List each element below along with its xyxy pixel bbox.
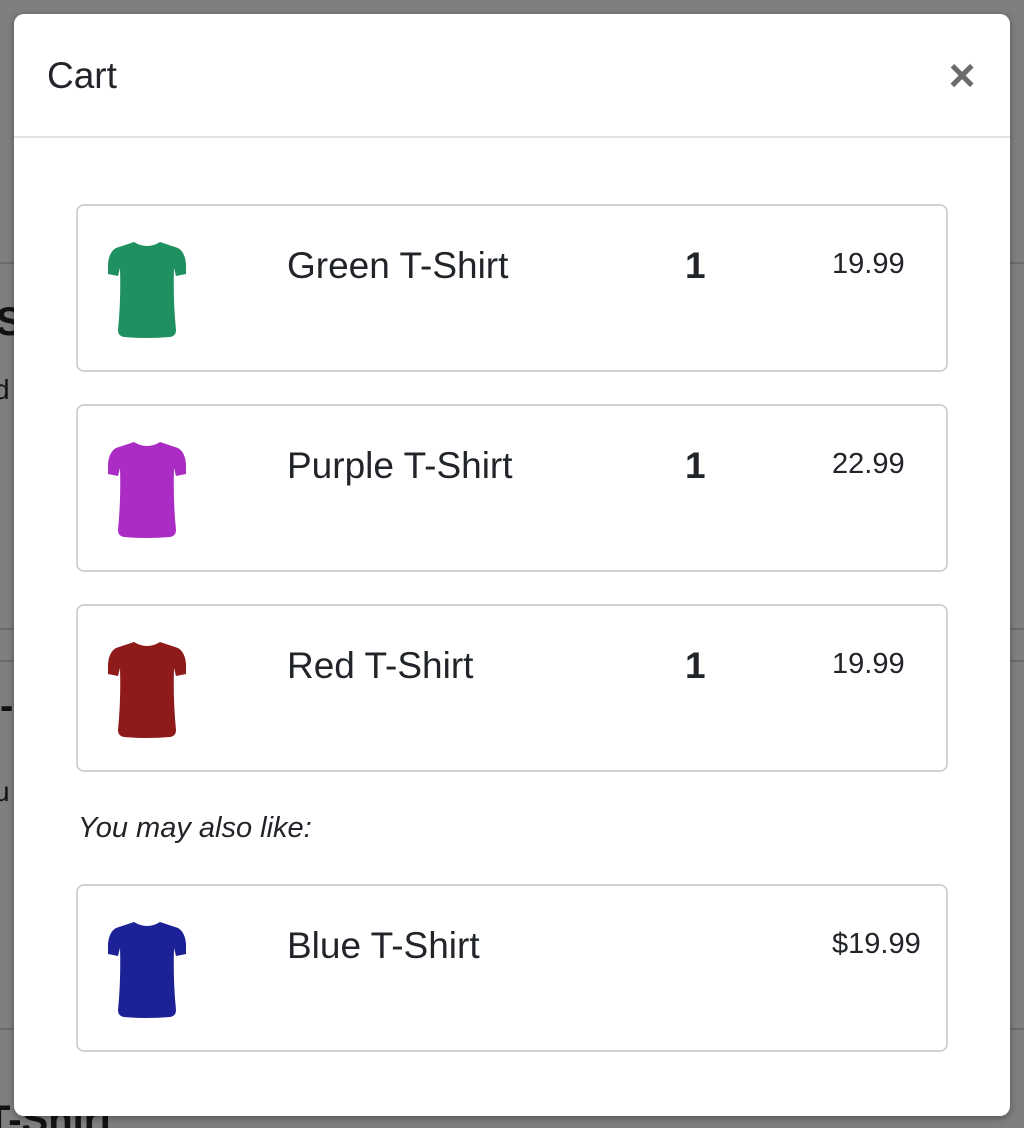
item-name: Red T-Shirt — [287, 645, 474, 686]
modal-header: Cart × — [14, 14, 1010, 138]
t-shirt-icon — [108, 442, 186, 538]
cart-modal: Cart × Green T-Shirt 1 19.99 Purple T-Sh… — [14, 14, 1010, 1116]
close-button[interactable]: × — [939, 52, 985, 98]
item-price: 19.99 — [832, 248, 905, 280]
close-icon: × — [948, 49, 976, 101]
item-quantity: 1 — [685, 245, 706, 286]
t-shirt-icon — [108, 922, 186, 1018]
item-price: 19.99 — [832, 648, 905, 680]
item-name: Purple T-Shirt — [287, 445, 513, 486]
cart-item-green-t-shirt[interactable]: Green T-Shirt 1 19.99 — [76, 204, 948, 372]
cart-item-purple-t-shirt[interactable]: Purple T-Shirt 1 22.99 — [76, 404, 948, 572]
item-quantity: 1 — [685, 645, 706, 686]
modal-title: Cart — [47, 55, 117, 96]
t-shirt-icon — [108, 242, 186, 338]
item-name: Blue T-Shirt — [287, 925, 480, 966]
suggested-item-blue-t-shirt[interactable]: Blue T-Shirt $19.99 — [76, 884, 948, 1052]
item-quantity: 1 — [685, 445, 706, 486]
item-price: $19.99 — [832, 928, 921, 960]
cart-item-red-t-shirt[interactable]: Red T-Shirt 1 19.99 — [76, 604, 948, 772]
item-name: Green T-Shirt — [287, 245, 509, 286]
item-price: 22.99 — [832, 448, 905, 480]
suggestions-label: You may also like: — [78, 812, 312, 844]
t-shirt-icon — [108, 642, 186, 738]
